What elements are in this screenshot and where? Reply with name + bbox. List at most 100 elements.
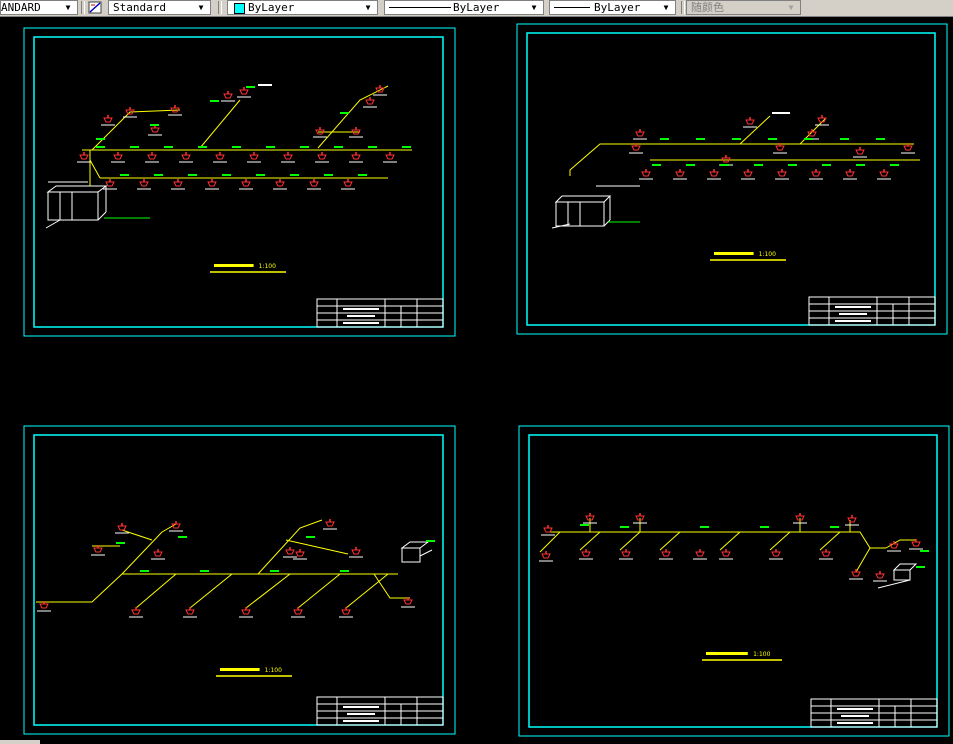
duct-size-label [150,124,159,126]
diffuser-symbol [349,152,363,163]
fcu-top [400,541,430,549]
diffuser-symbol [237,87,251,98]
diffuser-body [641,171,651,177]
layout-tab-stub[interactable] [0,740,40,744]
diffuser-body [181,154,191,160]
title-block [316,696,444,726]
diffuser-body [621,551,631,557]
duct-size-label [300,146,309,148]
duct-size-label [580,524,589,526]
duct-size-label [324,174,333,176]
diffuser-symbol [179,152,193,163]
diffuser-body [285,549,295,555]
branch-duct [91,109,181,151]
duct-size-label [402,146,411,148]
main-duct [36,573,398,603]
diffuser-body [351,549,361,555]
diffuser-body [847,517,857,523]
diffuser-body [93,547,103,553]
diffuser-symbol [171,179,185,190]
diffuser-symbol [221,91,235,102]
diffuser-symbol [639,169,653,180]
model-space-canvas[interactable]: 1:100 1:100 1:100 1:100 [0,16,953,744]
diffuser-body [845,171,855,177]
duct-size-label [270,570,279,572]
sheet-outer-border [23,425,456,735]
text-style-value: ANDARD [1,1,41,14]
diffuser-symbol [339,607,353,618]
text-style-dropdown[interactable]: ANDARD ▼ [0,0,78,15]
diffuser-symbol [341,179,355,190]
duct-size-label [700,526,709,528]
diffuser-body [709,171,719,177]
diffuser-symbol [283,547,297,558]
diffuser-body [903,145,913,151]
duct-size-label [306,536,315,538]
diffuser-symbol [853,147,867,158]
diffuser-body [351,154,361,160]
diffuser-symbol [213,152,227,163]
dropdown-arrow-icon: ▼ [365,3,371,12]
drawing-sheet-2: 1:100 [516,23,948,335]
title-block-text [343,706,379,708]
diffuser-body [207,181,217,187]
duct-size-label [154,174,163,176]
duct-size-label [358,174,367,176]
branch-duct [121,529,153,541]
diffuser-symbol [145,152,159,163]
duct-size-label [256,174,265,176]
branch-duct [769,531,791,551]
duct-size-label [840,138,849,140]
duct-size-label [856,164,865,166]
diffuser-symbol [693,549,707,560]
dropdown-arrow-icon: ▼ [198,3,204,12]
diffuser-body [171,523,181,529]
diffuser-symbol [151,549,165,560]
diffuser-symbol [743,117,757,128]
duct-size-label [652,164,661,166]
lineweight-dropdown[interactable]: ByLayer ▼ [549,0,676,15]
duct-size-label [200,570,209,572]
dimstyle-icon[interactable] [86,0,104,15]
diffuser-symbol [77,152,91,163]
sheet-title-text [214,264,254,267]
linetype-dropdown[interactable]: ByLayer ▼ [384,0,544,15]
diffuser-symbol [101,115,115,126]
diffuser-symbol [819,549,833,560]
annotation-text [258,84,272,86]
diffuser-body [875,573,885,579]
sheet-outer-border [23,27,456,337]
ahu-side [97,211,107,221]
diffuser-body [117,525,127,531]
title-block-text [837,708,873,710]
dim-style-dropdown[interactable]: Standard ▼ [108,0,211,15]
sheet-title-text [220,668,260,671]
duct-size-label [696,138,705,140]
dropdown-arrow-icon: ▼ [65,3,71,12]
toolbar-separator [681,1,685,14]
diffuser-symbol [363,97,377,108]
duct-size-label [768,138,777,140]
branch-duct [135,573,177,609]
duct-size-label [754,164,763,166]
diffuser-symbol [539,551,553,562]
sheet-title: 1:100 [702,651,782,661]
fcu-top [892,563,918,571]
diffuser-body [695,551,705,557]
diffuser-body [745,119,755,125]
diffuser-body [241,609,251,615]
diffuser-symbol [541,525,555,536]
diffuser-body [147,154,157,160]
diffuser-symbol [845,515,859,526]
diffuser-body [113,154,123,160]
branch-duct [345,573,389,609]
sheet-title: 1:100 [210,263,286,273]
duct-size-label [822,164,831,166]
duct-size-label [164,146,173,148]
diffuser-body [185,609,195,615]
layer-color-value: ByLayer [248,1,295,14]
layer-color-dropdown[interactable]: ByLayer ▼ [227,0,378,15]
diffuser-body [215,154,225,160]
diffuser-body [295,551,305,557]
duct-size-label [340,112,349,114]
